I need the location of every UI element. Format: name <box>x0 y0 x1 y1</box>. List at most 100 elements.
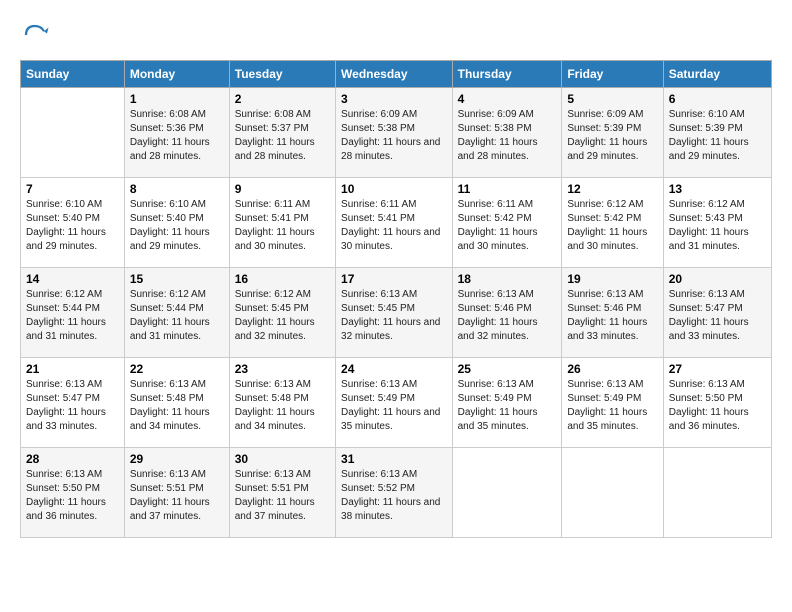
day-number: 3 <box>341 92 447 106</box>
calendar-cell <box>663 448 771 538</box>
calendar-cell: 5 Sunrise: 6:09 AM Sunset: 5:39 PM Dayli… <box>562 88 663 178</box>
calendar-cell: 24 Sunrise: 6:13 AM Sunset: 5:49 PM Dayl… <box>336 358 453 448</box>
day-number: 20 <box>669 272 766 286</box>
header-wednesday: Wednesday <box>336 61 453 88</box>
header-saturday: Saturday <box>663 61 771 88</box>
day-info: Sunrise: 6:13 AM Sunset: 5:48 PM Dayligh… <box>235 378 330 434</box>
day-number: 16 <box>235 272 330 286</box>
day-info: Sunrise: 6:08 AM Sunset: 5:36 PM Dayligh… <box>130 108 224 164</box>
day-info: Sunrise: 6:11 AM Sunset: 5:41 PM Dayligh… <box>341 198 447 254</box>
day-number: 27 <box>669 362 766 376</box>
day-number: 12 <box>567 182 657 196</box>
week-row-1: 1 Sunrise: 6:08 AM Sunset: 5:36 PM Dayli… <box>21 88 772 178</box>
week-row-4: 21 Sunrise: 6:13 AM Sunset: 5:47 PM Dayl… <box>21 358 772 448</box>
day-number: 19 <box>567 272 657 286</box>
day-info: Sunrise: 6:09 AM Sunset: 5:38 PM Dayligh… <box>341 108 447 164</box>
day-info: Sunrise: 6:12 AM Sunset: 5:45 PM Dayligh… <box>235 288 330 344</box>
day-number: 4 <box>458 92 557 106</box>
calendar-cell: 1 Sunrise: 6:08 AM Sunset: 5:36 PM Dayli… <box>124 88 229 178</box>
day-number: 5 <box>567 92 657 106</box>
calendar-cell: 20 Sunrise: 6:13 AM Sunset: 5:47 PM Dayl… <box>663 268 771 358</box>
day-number: 17 <box>341 272 447 286</box>
day-info: Sunrise: 6:13 AM Sunset: 5:49 PM Dayligh… <box>341 378 447 434</box>
calendar-cell: 31 Sunrise: 6:13 AM Sunset: 5:52 PM Dayl… <box>336 448 453 538</box>
week-row-2: 7 Sunrise: 6:10 AM Sunset: 5:40 PM Dayli… <box>21 178 772 268</box>
day-info: Sunrise: 6:13 AM Sunset: 5:49 PM Dayligh… <box>567 378 657 434</box>
day-info: Sunrise: 6:13 AM Sunset: 5:51 PM Dayligh… <box>130 468 224 524</box>
calendar-cell: 17 Sunrise: 6:13 AM Sunset: 5:45 PM Dayl… <box>336 268 453 358</box>
calendar-cell <box>21 88 125 178</box>
header-tuesday: Tuesday <box>229 61 335 88</box>
header-monday: Monday <box>124 61 229 88</box>
day-number: 8 <box>130 182 224 196</box>
day-info: Sunrise: 6:11 AM Sunset: 5:41 PM Dayligh… <box>235 198 330 254</box>
day-info: Sunrise: 6:10 AM Sunset: 5:39 PM Dayligh… <box>669 108 766 164</box>
calendar-cell: 19 Sunrise: 6:13 AM Sunset: 5:46 PM Dayl… <box>562 268 663 358</box>
calendar-cell: 23 Sunrise: 6:13 AM Sunset: 5:48 PM Dayl… <box>229 358 335 448</box>
logo <box>20 20 54 50</box>
calendar-cell: 15 Sunrise: 6:12 AM Sunset: 5:44 PM Dayl… <box>124 268 229 358</box>
calendar-cell: 9 Sunrise: 6:11 AM Sunset: 5:41 PM Dayli… <box>229 178 335 268</box>
day-number: 2 <box>235 92 330 106</box>
calendar-header-row: SundayMondayTuesdayWednesdayThursdayFrid… <box>21 61 772 88</box>
calendar-cell: 22 Sunrise: 6:13 AM Sunset: 5:48 PM Dayl… <box>124 358 229 448</box>
calendar-cell: 25 Sunrise: 6:13 AM Sunset: 5:49 PM Dayl… <box>452 358 562 448</box>
day-info: Sunrise: 6:09 AM Sunset: 5:39 PM Dayligh… <box>567 108 657 164</box>
day-number: 24 <box>341 362 447 376</box>
week-row-5: 28 Sunrise: 6:13 AM Sunset: 5:50 PM Dayl… <box>21 448 772 538</box>
calendar-table: SundayMondayTuesdayWednesdayThursdayFrid… <box>20 60 772 538</box>
day-number: 15 <box>130 272 224 286</box>
day-info: Sunrise: 6:13 AM Sunset: 5:48 PM Dayligh… <box>130 378 224 434</box>
calendar-cell: 4 Sunrise: 6:09 AM Sunset: 5:38 PM Dayli… <box>452 88 562 178</box>
calendar-cell: 29 Sunrise: 6:13 AM Sunset: 5:51 PM Dayl… <box>124 448 229 538</box>
day-info: Sunrise: 6:13 AM Sunset: 5:50 PM Dayligh… <box>669 378 766 434</box>
header-sunday: Sunday <box>21 61 125 88</box>
calendar-cell: 30 Sunrise: 6:13 AM Sunset: 5:51 PM Dayl… <box>229 448 335 538</box>
calendar-cell: 6 Sunrise: 6:10 AM Sunset: 5:39 PM Dayli… <box>663 88 771 178</box>
day-info: Sunrise: 6:13 AM Sunset: 5:47 PM Dayligh… <box>669 288 766 344</box>
day-info: Sunrise: 6:13 AM Sunset: 5:47 PM Dayligh… <box>26 378 119 434</box>
day-number: 30 <box>235 452 330 466</box>
day-number: 14 <box>26 272 119 286</box>
calendar-cell: 28 Sunrise: 6:13 AM Sunset: 5:50 PM Dayl… <box>21 448 125 538</box>
header-friday: Friday <box>562 61 663 88</box>
calendar-cell: 13 Sunrise: 6:12 AM Sunset: 5:43 PM Dayl… <box>663 178 771 268</box>
day-info: Sunrise: 6:09 AM Sunset: 5:38 PM Dayligh… <box>458 108 557 164</box>
day-number: 31 <box>341 452 447 466</box>
day-number: 7 <box>26 182 119 196</box>
day-number: 1 <box>130 92 224 106</box>
day-info: Sunrise: 6:13 AM Sunset: 5:49 PM Dayligh… <box>458 378 557 434</box>
day-number: 11 <box>458 182 557 196</box>
calendar-cell: 8 Sunrise: 6:10 AM Sunset: 5:40 PM Dayli… <box>124 178 229 268</box>
day-info: Sunrise: 6:13 AM Sunset: 5:52 PM Dayligh… <box>341 468 447 524</box>
calendar-cell: 26 Sunrise: 6:13 AM Sunset: 5:49 PM Dayl… <box>562 358 663 448</box>
day-number: 9 <box>235 182 330 196</box>
day-info: Sunrise: 6:13 AM Sunset: 5:51 PM Dayligh… <box>235 468 330 524</box>
header-thursday: Thursday <box>452 61 562 88</box>
calendar-cell <box>452 448 562 538</box>
page-header <box>20 20 772 50</box>
calendar-cell: 2 Sunrise: 6:08 AM Sunset: 5:37 PM Dayli… <box>229 88 335 178</box>
calendar-cell: 27 Sunrise: 6:13 AM Sunset: 5:50 PM Dayl… <box>663 358 771 448</box>
day-number: 29 <box>130 452 224 466</box>
day-info: Sunrise: 6:10 AM Sunset: 5:40 PM Dayligh… <box>26 198 119 254</box>
calendar-cell: 18 Sunrise: 6:13 AM Sunset: 5:46 PM Dayl… <box>452 268 562 358</box>
calendar-cell: 11 Sunrise: 6:11 AM Sunset: 5:42 PM Dayl… <box>452 178 562 268</box>
calendar-cell: 14 Sunrise: 6:12 AM Sunset: 5:44 PM Dayl… <box>21 268 125 358</box>
day-number: 21 <box>26 362 119 376</box>
calendar-cell: 3 Sunrise: 6:09 AM Sunset: 5:38 PM Dayli… <box>336 88 453 178</box>
day-number: 6 <box>669 92 766 106</box>
calendar-cell: 7 Sunrise: 6:10 AM Sunset: 5:40 PM Dayli… <box>21 178 125 268</box>
day-info: Sunrise: 6:12 AM Sunset: 5:44 PM Dayligh… <box>130 288 224 344</box>
day-number: 23 <box>235 362 330 376</box>
day-info: Sunrise: 6:13 AM Sunset: 5:50 PM Dayligh… <box>26 468 119 524</box>
day-info: Sunrise: 6:12 AM Sunset: 5:44 PM Dayligh… <box>26 288 119 344</box>
day-info: Sunrise: 6:11 AM Sunset: 5:42 PM Dayligh… <box>458 198 557 254</box>
logo-icon <box>20 20 50 50</box>
calendar-cell: 12 Sunrise: 6:12 AM Sunset: 5:42 PM Dayl… <box>562 178 663 268</box>
day-number: 28 <box>26 452 119 466</box>
day-info: Sunrise: 6:10 AM Sunset: 5:40 PM Dayligh… <box>130 198 224 254</box>
day-info: Sunrise: 6:12 AM Sunset: 5:43 PM Dayligh… <box>669 198 766 254</box>
day-number: 25 <box>458 362 557 376</box>
calendar-cell: 21 Sunrise: 6:13 AM Sunset: 5:47 PM Dayl… <box>21 358 125 448</box>
